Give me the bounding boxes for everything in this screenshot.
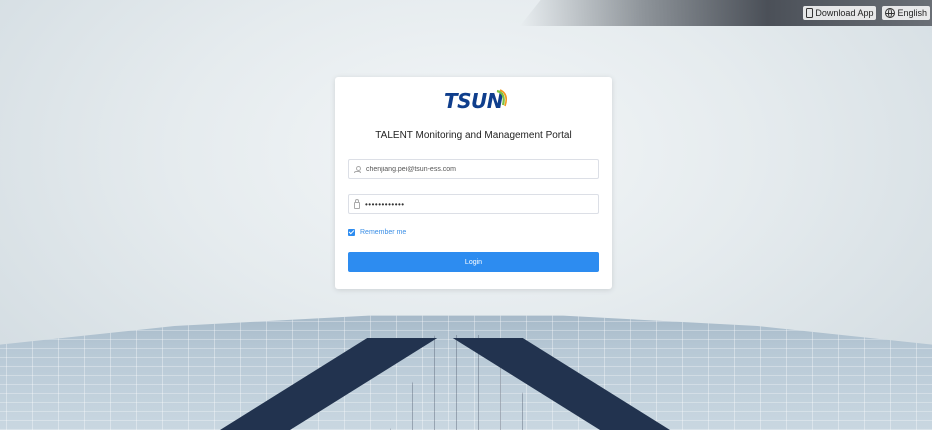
phone-icon [806, 8, 814, 18]
language-selector[interactable]: English [882, 6, 930, 20]
login-button[interactable]: Login [348, 252, 599, 272]
globe-icon [885, 8, 896, 18]
top-bar: Download App English [803, 0, 932, 26]
building-illustration [0, 300, 932, 430]
username-input[interactable] [366, 165, 586, 173]
download-app-label: Download App [815, 8, 874, 18]
language-label: English [897, 8, 927, 18]
lock-icon [354, 198, 360, 209]
username-field[interactable] [348, 159, 599, 179]
password-input[interactable] [365, 199, 585, 209]
logo-arc-icon [496, 89, 507, 107]
password-field[interactable] [348, 194, 599, 214]
user-icon [354, 165, 361, 173]
login-card: TSUN TALENT Monitoring and Management Po… [335, 77, 612, 289]
remember-me[interactable]: Remember me [348, 229, 406, 236]
tsun-logo: TSUN [335, 89, 612, 113]
remember-me-checkbox[interactable] [348, 229, 355, 236]
portal-title: TALENT Monitoring and Management Portal [375, 130, 572, 141]
download-app-link[interactable]: Download App [803, 6, 877, 20]
remember-me-label: Remember me [360, 229, 407, 236]
